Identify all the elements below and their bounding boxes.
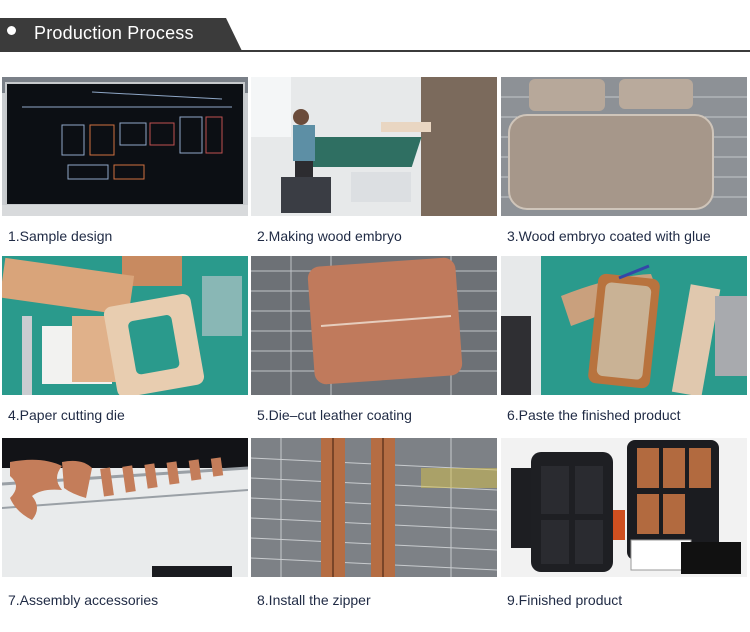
step-photo-paper-cutting-die xyxy=(2,256,248,395)
step-photo-leather-coating xyxy=(251,256,497,395)
step-caption: 7.Assembly accessories xyxy=(8,592,159,608)
step-caption: 2.Making wood embryo xyxy=(257,228,402,244)
step-photo-paste-product xyxy=(501,256,747,395)
step-caption: 3.Wood embryo coated with glue xyxy=(507,228,711,244)
step-caption: 8.Install the zipper xyxy=(257,592,371,608)
step-photo-assembly-accessories xyxy=(2,438,248,577)
step-caption: 1.Sample design xyxy=(8,228,113,244)
step-photo-install-zipper xyxy=(251,438,497,577)
step-photo-finished-product xyxy=(501,438,747,577)
bullet-icon xyxy=(7,26,16,35)
step-caption: 6.Paste the finished product xyxy=(507,407,681,423)
step-caption: 5.Die–cut leather coating xyxy=(257,407,412,423)
step-photo-sample-design xyxy=(2,77,248,216)
section-header: Production Process xyxy=(0,18,750,52)
step-caption: 4.Paper cutting die xyxy=(8,407,125,423)
section-title: Production Process xyxy=(34,23,194,43)
step-photo-making-wood-embryo xyxy=(251,77,497,216)
header-divider xyxy=(0,50,750,52)
step-caption: 9.Finished product xyxy=(507,592,623,608)
step-photo-wood-embryo-glue xyxy=(501,77,747,216)
